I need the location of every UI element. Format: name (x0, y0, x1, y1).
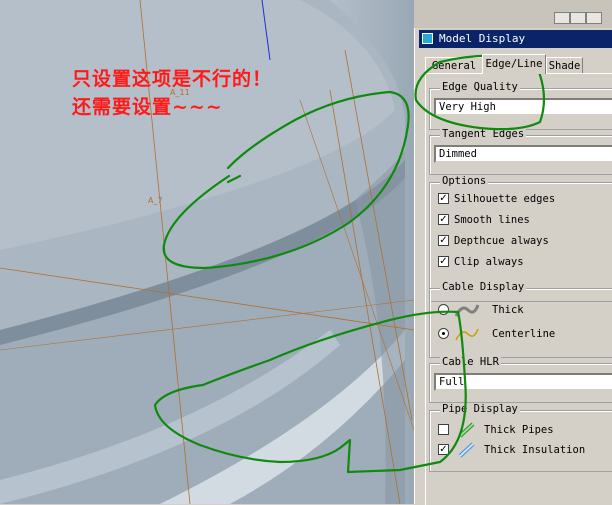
model-viewport[interactable]: A_11 A_7 只设置这项是不行的！ 还需要设置~~~ (0, 0, 414, 504)
checkbox-unchecked[interactable] (438, 424, 449, 435)
maximize-button[interactable] (570, 12, 586, 24)
tangent-edges-select[interactable]: Dimmed (434, 145, 612, 163)
cable-thick-label: Thick (492, 304, 524, 316)
pipe-display-label: Pipe Display (440, 403, 520, 415)
datum-label: A_7 (148, 196, 163, 205)
model-display-dialog: Model Display General Edge/Line Shade Ed… (414, 28, 612, 505)
radio-button-selected[interactable] (438, 328, 449, 339)
model-display-icon (422, 33, 433, 44)
cable-hlr-select[interactable]: Full (434, 373, 612, 391)
close-button[interactable] (586, 12, 602, 24)
cable-display-label: Cable Display (440, 281, 527, 293)
cable-hlr-label: Cable HLR (440, 356, 501, 368)
minimize-button[interactable] (554, 12, 570, 24)
cable-display-group: Cable Display Thick Centerline (429, 281, 612, 358)
tab-general[interactable]: General (425, 57, 483, 74)
silhouette-edges-label: Silhouette edges (454, 193, 556, 205)
cable-hlr-group: Cable HLR Full (429, 356, 612, 403)
cable-centerline-label: Centerline (492, 328, 556, 340)
radio-button[interactable] (438, 304, 449, 315)
tangent-edges-group: Tangent Edges Dimmed (429, 128, 612, 175)
edge-quality-select[interactable]: Very High (434, 98, 612, 116)
annotation-line-2: 还需要设置~~~ (72, 96, 223, 118)
checkbox-checked[interactable]: ✓ (438, 256, 449, 267)
tab-edge-line[interactable]: Edge/Line (482, 54, 546, 74)
dialog-title: Model Display (439, 32, 526, 45)
edge-quality-group: Edge Quality Very High (429, 81, 612, 130)
smooth-lines-label: Smooth lines (454, 214, 530, 226)
thick-pipes-label: Thick Pipes (484, 424, 554, 436)
tab-shade[interactable]: Shade (546, 57, 583, 74)
pipe-display-group: Pipe Display Thick Pipes ✓ Thick Insulat… (429, 403, 612, 472)
window-chrome (414, 0, 612, 28)
tangent-edges-label: Tangent Edges (440, 128, 527, 140)
depthcue-always-label: Depthcue always (454, 235, 549, 247)
edge-quality-label: Edge Quality (440, 81, 520, 93)
thick-pipe-icon (458, 422, 475, 438)
clip-always-label: Clip always (454, 256, 524, 268)
thick-insulation-label: Thick Insulation (484, 444, 586, 456)
checkbox-checked[interactable]: ✓ (438, 235, 449, 246)
thick-insulation-icon (458, 442, 475, 458)
checkbox-checked[interactable]: ✓ (438, 193, 449, 204)
checkbox-checked[interactable]: ✓ (438, 444, 449, 455)
dialog-title-bar[interactable]: Model Display (419, 30, 612, 48)
annotation-line-1: 只设置这项是不行的！ (72, 68, 273, 90)
thick-cable-icon (454, 304, 480, 317)
options-label: Options (440, 175, 489, 187)
centerline-cable-icon (455, 328, 479, 341)
checkbox-checked[interactable]: ✓ (438, 214, 449, 225)
